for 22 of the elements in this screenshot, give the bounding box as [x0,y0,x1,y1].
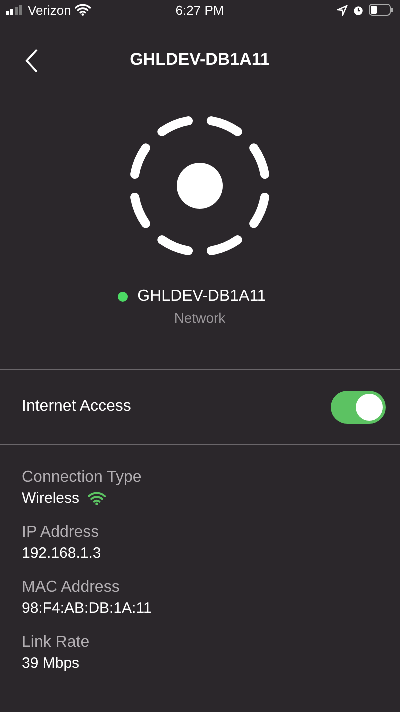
detail-label: Connection Type [22,469,143,487]
detail-value: Wireless [22,490,80,507]
device-name: GHLDEV-DB1A11 [138,288,266,306]
page-title: GHLDEV-DB1A11 [130,50,270,70]
wifi-icon [88,492,106,506]
location-icon [337,4,348,16]
detail-value: 39 Mbps [22,655,80,672]
signal-icon [6,5,24,15]
alarm-icon [353,4,364,16]
wifi-icon [75,4,92,16]
detail-label: MAC Address [22,579,121,597]
clock: 6:27 PM [176,3,224,18]
battery-icon [369,4,394,16]
detail-value: 192.168.1.3 [22,545,102,562]
toggle-switch[interactable] [331,390,386,424]
detail-value: 98:F4:AB:DB:1A:11 [22,600,152,617]
detail-label: IP Address [22,524,100,542]
back-button[interactable] [24,48,40,74]
setting-label: Internet Access [22,398,132,416]
device-subtitle: Network [174,310,226,326]
detail-label: Link Rate [22,634,91,652]
carrier: Verizon [28,2,72,18]
